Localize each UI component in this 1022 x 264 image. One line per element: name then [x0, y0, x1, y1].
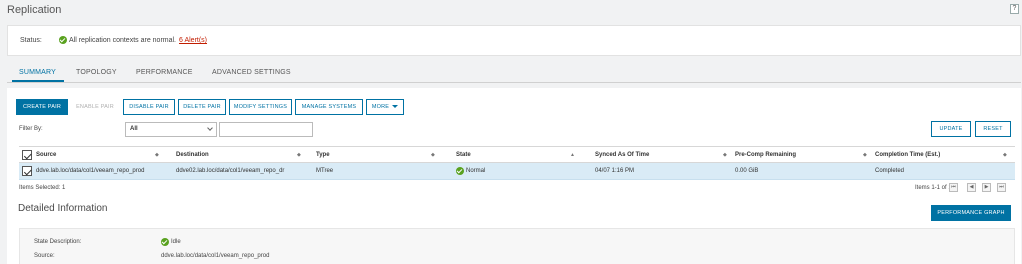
tab-topology[interactable]: TOPOLOGY — [76, 69, 117, 76]
alerts-link[interactable]: 6 Alert(s) — [179, 37, 207, 44]
create-pair-button[interactable]: CREATE PAIR — [16, 99, 68, 115]
more-menu-button[interactable]: MORE — [366, 99, 404, 115]
filter-text-input[interactable] — [219, 122, 313, 137]
sort-icon[interactable]: ◆ — [723, 152, 727, 158]
tab-summary[interactable]: SUMMARY — [19, 69, 56, 76]
check-circle-icon — [59, 36, 67, 44]
check-circle-icon — [161, 238, 169, 246]
cell-state: Normal — [466, 168, 486, 174]
help-icon[interactable]: ? — [1010, 4, 1019, 14]
grid-header-row: Source ◆ Destination ◆ Type ◆ State ▲ Sy… — [19, 146, 1015, 163]
sort-icon[interactable]: ◆ — [297, 152, 301, 158]
row-checkbox[interactable] — [22, 166, 32, 176]
filter-label: Filter By: — [19, 126, 43, 132]
select-all-checkbox[interactable] — [22, 150, 32, 160]
status-label: Status: — [20, 37, 42, 44]
status-text: All replication contexts are normal. — [69, 37, 176, 44]
col-header-synced[interactable]: Synced As Of Time — [595, 152, 649, 158]
more-label: MORE — [371, 104, 390, 110]
state-description-label: State Description: — [34, 239, 82, 245]
col-header-source[interactable]: Source — [36, 152, 56, 158]
last-page-icon[interactable]: ⏭ — [997, 183, 1006, 192]
items-range: Items 1-1 of 1 — [915, 185, 952, 191]
performance-graph-button[interactable]: PERFORMANCE GRAPH — [931, 205, 1011, 221]
enable-pair-button: ENABLE PAIR — [70, 99, 120, 115]
page-title: Replication — [7, 4, 62, 16]
manage-systems-button[interactable]: MANAGE SYSTEMS — [295, 99, 363, 115]
col-header-destination[interactable]: Destination — [176, 152, 209, 158]
active-tab-indicator — [12, 80, 64, 82]
tab-bar: SUMMARY TOPOLOGY PERFORMANCE ADVANCED SE… — [7, 65, 1021, 83]
sort-icon[interactable]: ◆ — [863, 152, 867, 158]
col-header-precomp[interactable]: Pre-Comp Remaining — [735, 152, 796, 158]
filter-select[interactable]: All — [125, 122, 217, 137]
sort-icon[interactable]: ◆ — [431, 152, 435, 158]
source-value: ddve.lab.loc/data/col1/veeam_repo_prod — [161, 253, 270, 259]
disable-pair-button[interactable]: DISABLE PAIR — [123, 99, 175, 115]
replication-grid: Source ◆ Destination ◆ Type ◆ State ▲ Sy… — [19, 146, 1015, 180]
caret-down-icon — [392, 105, 399, 109]
cell-completion: Completed — [875, 168, 905, 174]
detail-title: Detailed Information — [18, 203, 108, 214]
cell-precomp: 0.00 GiB — [735, 168, 759, 174]
tab-performance[interactable]: PERFORMANCE — [136, 69, 193, 76]
check-circle-icon — [456, 167, 464, 175]
state-description-value: Idle — [171, 239, 181, 245]
col-header-state[interactable]: State — [456, 152, 471, 158]
modify-settings-button[interactable]: MODIFY SETTINGS — [229, 99, 292, 115]
col-header-type[interactable]: Type — [316, 152, 330, 158]
cell-synced: 04/07 1:16 PM — [595, 168, 635, 174]
cell-source: ddve.lab.loc/data/col1/veeam_repo_prod — [36, 168, 145, 174]
update-button[interactable]: UPDATE — [931, 121, 971, 137]
sort-asc-icon[interactable]: ▲ — [570, 152, 575, 158]
cell-destination: ddve02.lab.loc/data/col1/veeam_repo_dr — [176, 168, 285, 174]
tab-advanced-settings[interactable]: ADVANCED SETTINGS — [212, 69, 291, 76]
sort-icon[interactable]: ◆ — [155, 152, 159, 158]
filter-selected-value: All — [130, 126, 138, 132]
table-row[interactable]: ddve.lab.loc/data/col1/veeam_repo_prod d… — [19, 163, 1015, 180]
next-page-icon[interactable]: ▶ — [982, 183, 991, 192]
summary-panel: CREATE PAIR ENABLE PAIR DISABLE PAIR DEL… — [7, 88, 1021, 264]
col-header-completion[interactable]: Completion Time (Est.) — [875, 152, 940, 158]
first-page-icon[interactable]: ⏮ — [949, 183, 958, 192]
delete-pair-button[interactable]: DELETE PAIR — [178, 99, 226, 115]
sort-icon[interactable]: ◆ — [1003, 152, 1007, 158]
status-panel: Status: All replication contexts are nor… — [7, 25, 1021, 56]
source-label: Source: — [34, 253, 55, 259]
cell-type: MTree — [316, 168, 334, 174]
previous-page-icon[interactable]: ◀ — [967, 183, 976, 192]
items-selected: Items Selected: 1 — [19, 185, 66, 191]
detail-panel: State Description: Idle Source: ddve.lab… — [19, 228, 1015, 264]
reset-button[interactable]: RESET — [975, 121, 1011, 137]
chevron-down-icon — [207, 125, 213, 131]
